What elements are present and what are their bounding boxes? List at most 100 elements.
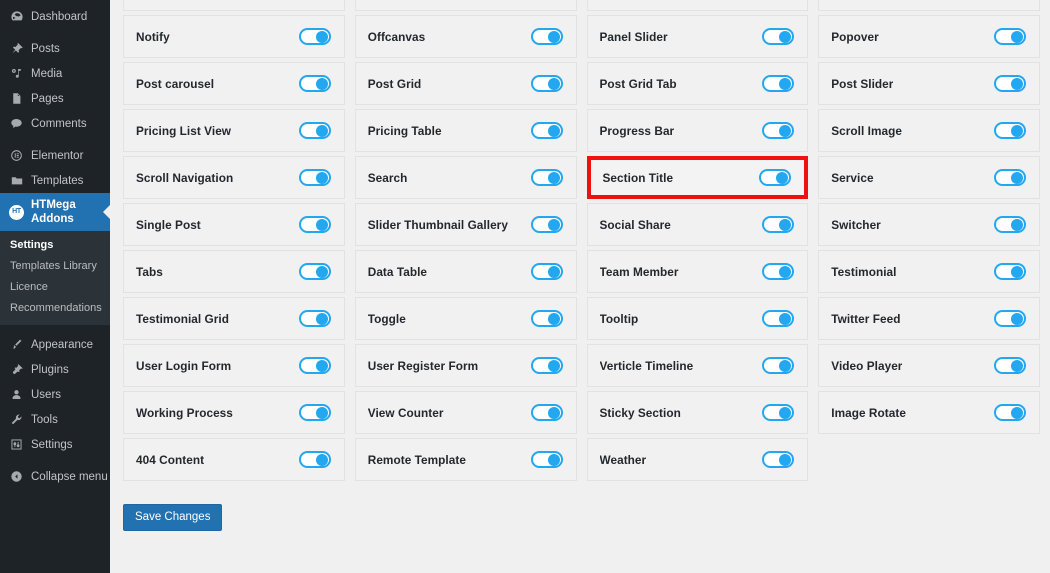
widget-toggle-switch[interactable] bbox=[530, 357, 563, 374]
widget-toggle-switch[interactable] bbox=[762, 216, 795, 233]
widget-toggle-switch[interactable] bbox=[530, 216, 563, 233]
widget-toggle-switch[interactable] bbox=[994, 122, 1026, 139]
widget-card: Video Player bbox=[818, 344, 1040, 387]
widget-toggle-switch[interactable] bbox=[298, 310, 331, 327]
widget-card: Social Share bbox=[586, 203, 809, 246]
submenu-item-settings[interactable]: Settings bbox=[0, 235, 110, 256]
widget-label: 404 Content bbox=[136, 452, 205, 467]
toggle-knob bbox=[1011, 77, 1023, 90]
sidebar-item-pages[interactable]: Pages bbox=[0, 86, 110, 111]
sidebar-item-plugins[interactable]: Plugins bbox=[0, 357, 110, 382]
widget-toggle-switch[interactable] bbox=[759, 169, 792, 186]
sidebar-item-tools[interactable]: Tools bbox=[0, 407, 110, 432]
widget-label: Working Process bbox=[136, 405, 233, 420]
toggle-knob bbox=[547, 30, 560, 43]
widget-toggle-switch[interactable] bbox=[298, 451, 331, 468]
toggle-knob bbox=[315, 77, 328, 90]
folder-icon bbox=[9, 173, 24, 188]
widget-card: Testimonial Grid bbox=[123, 297, 345, 340]
sidebar-item-settings[interactable]: Settings bbox=[0, 432, 110, 457]
sidebar-item-users[interactable]: Users bbox=[0, 382, 110, 407]
widget-card: User Login Form bbox=[123, 344, 345, 387]
widget-toggle-switch[interactable] bbox=[530, 451, 563, 468]
widget-toggle-switch[interactable] bbox=[994, 404, 1026, 421]
sidebar-item-htmega-addons[interactable]: HT HTMega Addons bbox=[0, 193, 110, 231]
sidebar-item-templates[interactable]: Templates bbox=[0, 168, 110, 193]
sidebar-item-elementor[interactable]: Elementor bbox=[0, 143, 110, 168]
widget-toggle-switch[interactable] bbox=[762, 122, 795, 139]
widget-card: Post Grid Tab bbox=[586, 62, 809, 105]
widget-label: Tabs bbox=[136, 264, 163, 279]
widget-toggle-switch[interactable] bbox=[994, 75, 1026, 92]
widget-label: Data Table bbox=[367, 264, 428, 279]
widget-toggle-switch[interactable] bbox=[762, 28, 795, 45]
widget-toggle-switch[interactable] bbox=[530, 310, 563, 327]
widget-toggle-switch[interactable] bbox=[762, 404, 795, 421]
sidebar-item-posts[interactable]: Posts bbox=[0, 36, 110, 61]
widget-toggle-switch[interactable] bbox=[530, 122, 563, 139]
widget-label: User Login Form bbox=[136, 358, 232, 373]
toggle-knob bbox=[315, 359, 328, 372]
sidebar-item-dashboard[interactable]: Dashboard bbox=[0, 4, 110, 29]
widget-toggle-switch[interactable] bbox=[530, 75, 563, 92]
widget-toggle-switch[interactable] bbox=[530, 404, 563, 421]
widget-toggle-switch[interactable] bbox=[994, 28, 1026, 45]
toggle-knob bbox=[315, 124, 328, 137]
widget-card: Image Rotate bbox=[818, 391, 1040, 434]
widget-toggle-switch[interactable] bbox=[298, 404, 331, 421]
widget-toggle-switch[interactable] bbox=[298, 357, 331, 374]
toggle-knob bbox=[315, 312, 328, 325]
widget-card: Light Box bbox=[354, 0, 577, 11]
widget-toggle-switch[interactable] bbox=[530, 263, 563, 280]
widget-card: Working Process bbox=[123, 391, 345, 434]
sidebar-item-appearance[interactable]: Appearance bbox=[0, 332, 110, 357]
widget-toggle-switch[interactable] bbox=[994, 310, 1026, 327]
widget-toggle-switch[interactable] bbox=[762, 310, 795, 327]
admin-sidebar: Dashboard Posts Media Pages Comments Elemento… bbox=[0, 0, 110, 573]
plug-icon bbox=[9, 362, 24, 377]
widget-card: 404 Content bbox=[123, 438, 345, 481]
widget-toggle-switch[interactable] bbox=[994, 263, 1026, 280]
widget-card: Tooltip bbox=[586, 297, 809, 340]
submenu-item-recommendations[interactable]: Recommendations bbox=[0, 298, 110, 319]
widget-toggle-switch[interactable] bbox=[298, 216, 331, 233]
widget-toggle-switch[interactable] bbox=[298, 75, 331, 92]
widget-toggle-switch[interactable] bbox=[298, 122, 331, 139]
submenu-item-templates-library[interactable]: Templates Library bbox=[0, 256, 110, 277]
widget-toggle-switch[interactable] bbox=[530, 169, 563, 186]
widget-toggle-switch[interactable] bbox=[530, 28, 563, 45]
sidebar-primary-menu: Dashboard Posts Media Pages Comments Elemento… bbox=[0, 4, 110, 231]
sidebar-item-collapse-menu[interactable]: Collapse menu bbox=[0, 464, 110, 489]
pin-icon bbox=[9, 41, 24, 56]
widget-label: Post Slider bbox=[831, 76, 894, 91]
widget-toggle-switch[interactable] bbox=[994, 169, 1026, 186]
widget-label: Popover bbox=[831, 29, 879, 44]
widget-card: Instagram bbox=[123, 0, 345, 11]
sidebar-item-comments[interactable]: Comments bbox=[0, 111, 110, 136]
widget-label: Pricing Table bbox=[367, 123, 442, 138]
widget-toggle-switch[interactable] bbox=[762, 263, 795, 280]
toggle-knob bbox=[547, 218, 560, 231]
sidebar-item-label: Media bbox=[31, 67, 63, 80]
sidebar-item-media[interactable]: Media bbox=[0, 61, 110, 86]
widget-label: Single Post bbox=[136, 217, 201, 232]
widget-card: Modal bbox=[586, 0, 809, 11]
widget-label: Post Grid bbox=[367, 76, 422, 91]
widget-label: Post carousel bbox=[136, 76, 215, 91]
widget-toggle-switch[interactable] bbox=[994, 357, 1026, 374]
widget-toggle-switch[interactable] bbox=[298, 169, 331, 186]
widget-toggle-switch[interactable] bbox=[762, 75, 795, 92]
save-changes-button[interactable]: Save Changes bbox=[123, 504, 223, 531]
dashboard-icon bbox=[9, 9, 24, 24]
widget-toggle-switch[interactable] bbox=[994, 216, 1026, 233]
widget-toggle-switch[interactable] bbox=[762, 451, 795, 468]
toggle-knob bbox=[315, 171, 328, 184]
submenu-item-licence[interactable]: Licence bbox=[0, 277, 110, 298]
toggle-knob bbox=[779, 359, 792, 372]
widget-label: Remote Template bbox=[367, 452, 466, 467]
toggle-knob bbox=[779, 312, 792, 325]
widget-toggle-switch[interactable] bbox=[762, 357, 795, 374]
widget-toggle-switch[interactable] bbox=[298, 263, 331, 280]
widget-label: Weather bbox=[599, 452, 647, 467]
widget-toggle-switch[interactable] bbox=[298, 28, 331, 45]
